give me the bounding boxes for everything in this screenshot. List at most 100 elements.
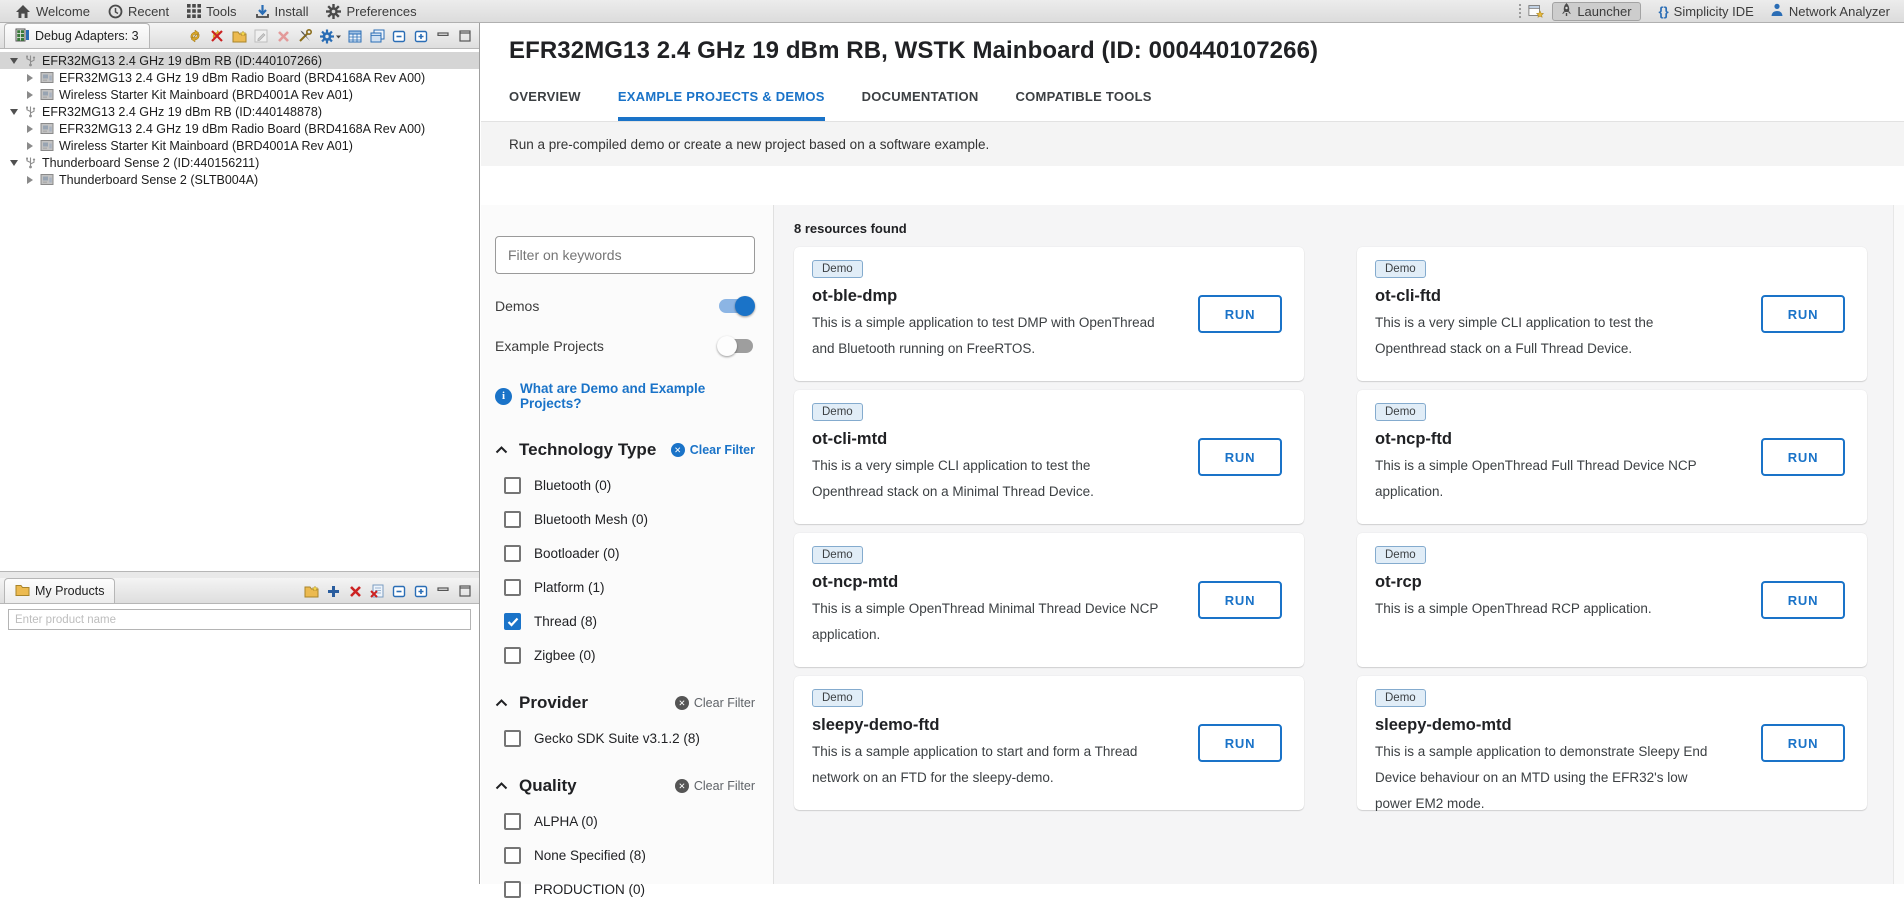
- tab-compatible-tools[interactable]: COMPATIBLE TOOLS: [1016, 89, 1152, 121]
- checkbox-unchecked[interactable]: [504, 647, 521, 664]
- expander-icon[interactable]: [27, 91, 33, 99]
- clear-filter-provider[interactable]: ✕ Clear Filter: [675, 696, 755, 710]
- rename-icon[interactable]: [253, 28, 269, 44]
- minimize-icon[interactable]: [435, 583, 451, 599]
- demo-badge: Demo: [1375, 403, 1426, 421]
- filter-option-zigbee[interactable]: Zigbee (0): [495, 647, 755, 664]
- open-perspective-button[interactable]: [1528, 3, 1544, 19]
- chevron-up-icon[interactable]: [495, 694, 508, 712]
- run-button[interactable]: RUN: [1198, 438, 1282, 476]
- debug-adapters-view: Debug Adapters: 3 E: [0, 23, 479, 572]
- maximize-icon[interactable]: [457, 583, 473, 599]
- maximize-icon[interactable]: [457, 28, 473, 44]
- product-name-input[interactable]: [8, 609, 471, 630]
- expander-icon[interactable]: [10, 58, 18, 64]
- checkbox-unchecked[interactable]: [504, 477, 521, 494]
- run-button[interactable]: RUN: [1761, 724, 1845, 762]
- tree-row-radio-board-2[interactable]: EFR32MG13 2.4 GHz 19 dBm Radio Board (BR…: [0, 120, 479, 137]
- my-products-toolbar: [303, 583, 479, 603]
- clear-filter-quality[interactable]: ✕ Clear Filter: [675, 779, 755, 793]
- expander-icon[interactable]: [27, 74, 33, 82]
- chevron-up-icon[interactable]: [495, 777, 508, 795]
- remove-product-icon[interactable]: [347, 583, 363, 599]
- rocket-icon: [1561, 3, 1572, 20]
- clear-circle-icon: ✕: [675, 696, 689, 710]
- tab-example-projects-demos[interactable]: EXAMPLE PROJECTS & DEMOS: [618, 89, 825, 121]
- install-button[interactable]: Install: [246, 0, 318, 22]
- checkbox-checked[interactable]: [504, 613, 521, 630]
- filter-option-alpha[interactable]: ALPHA (0): [495, 813, 755, 830]
- expander-icon[interactable]: [27, 142, 33, 150]
- tab-documentation[interactable]: DOCUMENTATION: [862, 89, 979, 121]
- card-ot-rcp: Demo ot-rcp This is a simple OpenThread …: [1357, 533, 1867, 667]
- vertical-scrollbar[interactable]: [1893, 205, 1904, 884]
- checkbox-unchecked[interactable]: [504, 511, 521, 528]
- gear-menu-icon[interactable]: [319, 28, 341, 44]
- tab-overview[interactable]: OVERVIEW: [509, 89, 581, 121]
- demos-toggle[interactable]: [719, 299, 753, 313]
- tree-row-thunderboard-kit[interactable]: Thunderboard Sense 2 (ID:440156211): [0, 154, 479, 171]
- keyword-filter-input[interactable]: [495, 236, 755, 274]
- example-projects-toggle[interactable]: [719, 339, 753, 353]
- checkbox-unchecked[interactable]: [504, 813, 521, 830]
- tree-row-radio-board-1[interactable]: EFR32MG13 2.4 GHz 19 dBm Radio Board (BR…: [0, 69, 479, 86]
- copy-view-icon[interactable]: [369, 28, 385, 44]
- remove-all-icon[interactable]: [369, 583, 385, 599]
- filter-option-bluetooth-mesh[interactable]: Bluetooth Mesh (0): [495, 511, 755, 528]
- expander-icon[interactable]: [10, 160, 18, 166]
- expand-all-icon[interactable]: [413, 583, 429, 599]
- debug-adapters-tab[interactable]: Debug Adapters: 3: [4, 23, 150, 48]
- chevron-up-icon[interactable]: [495, 441, 508, 459]
- my-products-tab[interactable]: My Products: [4, 578, 115, 603]
- new-folder-icon[interactable]: [231, 28, 247, 44]
- filter-option-bootloader[interactable]: Bootloader (0): [495, 545, 755, 562]
- run-button[interactable]: RUN: [1198, 295, 1282, 333]
- run-button[interactable]: RUN: [1761, 438, 1845, 476]
- tree-row-thunderboard-board[interactable]: Thunderboard Sense 2 (SLTB004A): [0, 171, 479, 188]
- results-area: 8 resources found Demo ot-ble-dmp This i…: [774, 205, 1893, 884]
- tree-row-mainboard-2[interactable]: Wireless Starter Kit Mainboard (BRD4001A…: [0, 137, 479, 154]
- expander-icon[interactable]: [10, 109, 18, 115]
- card-description: This is a very simple CLI application to…: [1375, 310, 1727, 362]
- run-button[interactable]: RUN: [1198, 581, 1282, 619]
- section-quality: Quality ✕ Clear Filter: [495, 776, 755, 796]
- welcome-button[interactable]: Welcome: [6, 0, 99, 22]
- adapter-tools-icon[interactable]: [297, 28, 313, 44]
- run-button[interactable]: RUN: [1761, 581, 1845, 619]
- add-product-icon[interactable]: [325, 583, 341, 599]
- new-folder-icon[interactable]: [303, 583, 319, 599]
- expander-icon[interactable]: [27, 125, 33, 133]
- clear-filter-technology[interactable]: ✕ Clear Filter: [671, 443, 755, 457]
- checkbox-unchecked[interactable]: [504, 847, 521, 864]
- preferences-button[interactable]: Preferences: [317, 0, 425, 22]
- perspective-simplicity-ide[interactable]: {} Simplicity IDE: [1651, 2, 1762, 21]
- perspective-network-analyzer[interactable]: Network Analyzer: [1762, 2, 1898, 21]
- what-are-demos-link[interactable]: What are Demo and Example Projects?: [520, 381, 755, 411]
- tree-row-kit-440148878[interactable]: EFR32MG13 2.4 GHz 19 dBm RB (ID:44014887…: [0, 103, 479, 120]
- expander-icon[interactable]: [27, 176, 33, 184]
- minimize-icon[interactable]: [435, 28, 451, 44]
- filter-option-none-specified[interactable]: None Specified (8): [495, 847, 755, 864]
- filter-option-thread[interactable]: Thread (8): [495, 613, 755, 630]
- collapse-all-icon[interactable]: [391, 28, 407, 44]
- checkbox-unchecked[interactable]: [504, 579, 521, 596]
- collapse-all-icon[interactable]: [391, 583, 407, 599]
- tree-row-mainboard-1[interactable]: Wireless Starter Kit Mainboard (BRD4001A…: [0, 86, 479, 103]
- table-view-icon[interactable]: [347, 28, 363, 44]
- checkbox-unchecked[interactable]: [504, 730, 521, 747]
- board-icon: [40, 173, 54, 186]
- delete-icon[interactable]: [275, 28, 291, 44]
- filter-option-platform[interactable]: Platform (1): [495, 579, 755, 596]
- tools-button[interactable]: Tools: [178, 0, 245, 22]
- expand-all-icon[interactable]: [413, 28, 429, 44]
- checkbox-unchecked[interactable]: [504, 545, 521, 562]
- disconnect-icon[interactable]: [209, 28, 225, 44]
- filter-option-bluetooth[interactable]: Bluetooth (0): [495, 477, 755, 494]
- run-button[interactable]: RUN: [1198, 724, 1282, 762]
- recent-button[interactable]: Recent: [99, 0, 178, 22]
- filter-option-gecko-sdk[interactable]: Gecko SDK Suite v3.1.2 (8): [495, 730, 755, 747]
- perspective-launcher[interactable]: Launcher: [1552, 2, 1640, 21]
- connect-icon[interactable]: [187, 28, 203, 44]
- run-button[interactable]: RUN: [1761, 295, 1845, 333]
- tree-row-kit-440107266[interactable]: EFR32MG13 2.4 GHz 19 dBm RB (ID:44010726…: [0, 52, 479, 69]
